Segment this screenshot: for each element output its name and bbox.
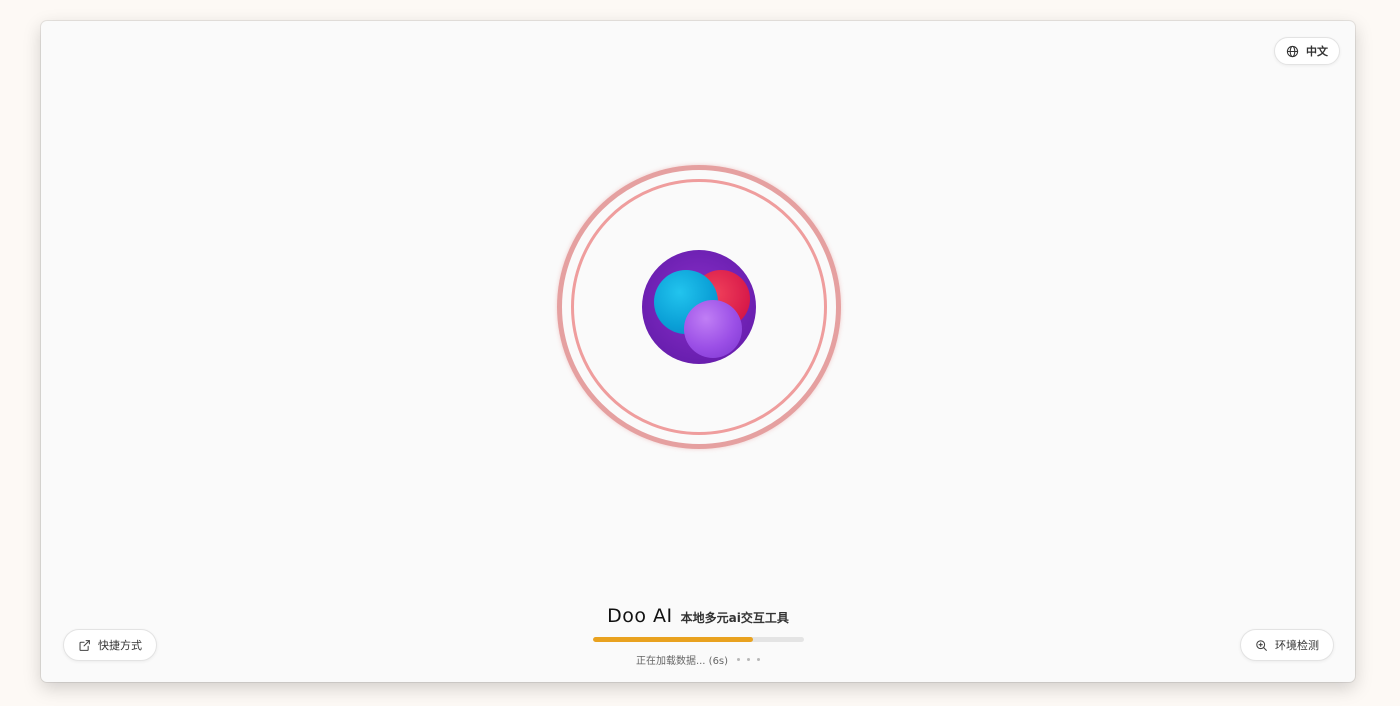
language-label: 中文 bbox=[1306, 45, 1328, 58]
logo-orb-icon bbox=[642, 250, 756, 364]
zoom-search-icon bbox=[1255, 639, 1268, 652]
loading-progress-bar bbox=[593, 637, 804, 642]
external-link-icon bbox=[78, 639, 91, 652]
loading-dot bbox=[757, 658, 761, 661]
globe-icon bbox=[1286, 45, 1299, 58]
env-check-button[interactable]: 环境检测 bbox=[1240, 629, 1334, 661]
shortcut-label: 快捷方式 bbox=[98, 639, 142, 652]
app-title-row: Doo AI 本地多元ai交互工具 bbox=[41, 605, 1355, 627]
shortcut-button[interactable]: 快捷方式 bbox=[63, 629, 157, 661]
app-logo bbox=[557, 165, 841, 449]
loading-progress-fill bbox=[593, 637, 754, 642]
loading-dot bbox=[737, 658, 741, 661]
app-tagline: 本地多元ai交互工具 bbox=[680, 611, 789, 625]
loading-dots bbox=[737, 658, 761, 661]
language-button[interactable]: 中文 bbox=[1274, 37, 1340, 65]
env-check-label: 环境检测 bbox=[1275, 639, 1319, 652]
loading-status-text: 正在加载数据... (6s) bbox=[635, 656, 729, 667]
loading-dot bbox=[747, 658, 751, 661]
orb-violet-sphere bbox=[684, 300, 742, 358]
loading-status: 正在加载数据... (6s) bbox=[41, 652, 1355, 667]
app-window: 中文 Doo AI 本地多元ai交互工具 正在加载数据... (6s) 快捷方式… bbox=[41, 21, 1355, 682]
app-name: Doo AI bbox=[607, 605, 673, 627]
